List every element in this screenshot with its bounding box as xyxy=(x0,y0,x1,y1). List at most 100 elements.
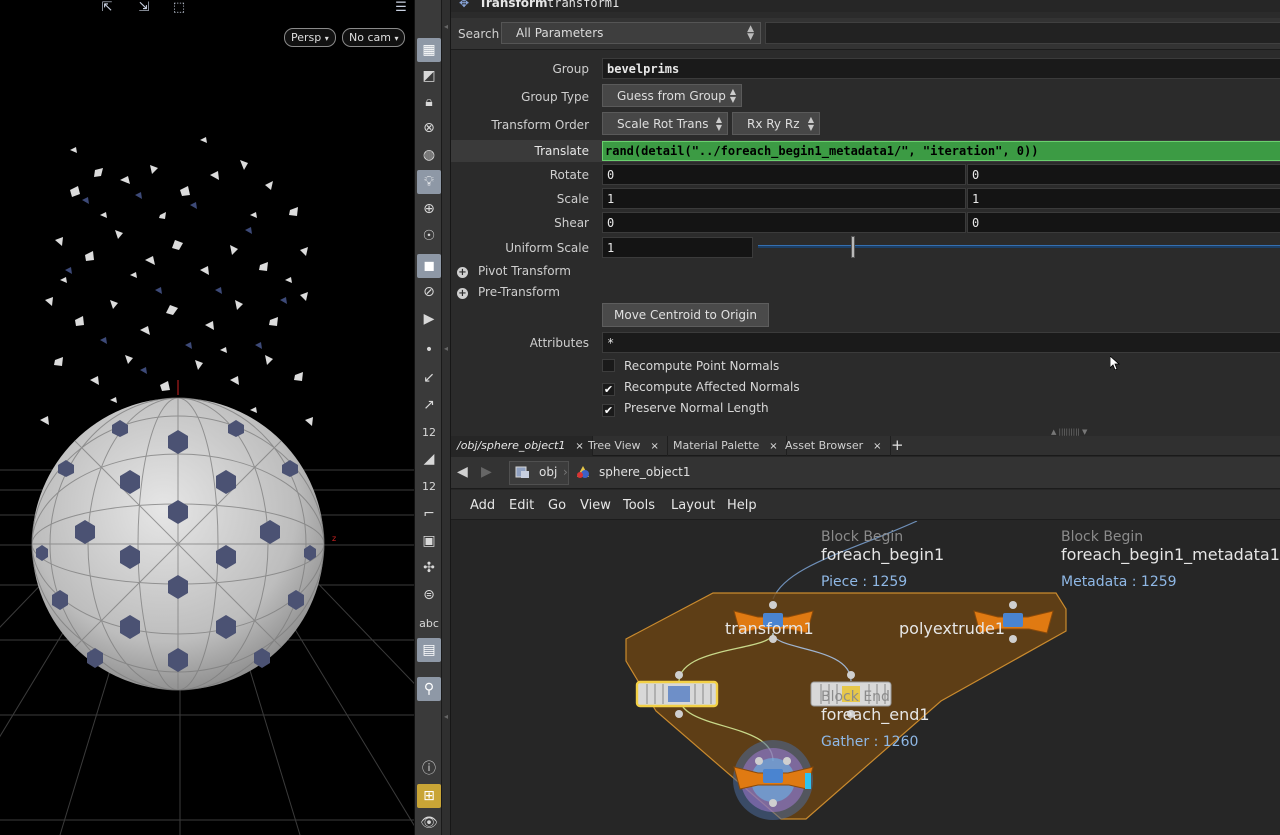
view-tool-icon[interactable]: ⇱ xyxy=(96,0,118,16)
display-options-icon[interactable]: ☰ xyxy=(390,0,412,16)
headlight-icon[interactable]: ◍ xyxy=(417,143,441,167)
prim-numbers-icon[interactable]: 12 xyxy=(417,474,441,498)
scale-x-field[interactable]: 1 xyxy=(602,188,966,209)
rotation-order-menu[interactable]: Rx Ry Rz ▲ ▼ xyxy=(732,112,820,135)
tab-material-palette[interactable]: Material Palette × xyxy=(667,436,787,456)
pane-divider[interactable]: ◂ ◂ ◂ xyxy=(442,0,451,835)
uniform-scale-field[interactable]: 1 xyxy=(602,237,753,258)
construction-plane-icon[interactable]: ◩ xyxy=(417,64,441,88)
foreach-begin1-name[interactable]: foreach_begin1 xyxy=(821,545,944,564)
path-crumb-obj[interactable]: obj xyxy=(539,465,557,479)
menu-view[interactable]: View xyxy=(580,498,611,513)
collapse-arrow-icon[interactable]: ◂ xyxy=(444,22,448,31)
guide-pin-icon[interactable]: ⚲ xyxy=(417,677,441,701)
preserve-normal-length-checkbox[interactable]: ✔ Preserve Normal Length xyxy=(602,401,769,417)
point-display-icon[interactable]: • xyxy=(417,338,441,362)
transform-order-menu[interactable]: Scale Rot Trans ▲ ▼ xyxy=(602,112,728,135)
pane-resize-handle[interactable]: ▲ ||||||||| ▼ xyxy=(1051,428,1087,436)
collapse-arrow-icon[interactable]: ◂ xyxy=(444,344,448,353)
lock-icon[interactable]: 🔒︎ xyxy=(417,90,441,114)
shear-x-field[interactable]: 0 xyxy=(602,212,966,233)
tab-network[interactable]: /obj/sphere_object1 × xyxy=(451,436,593,456)
prim-normals-icon[interactable]: ↗ xyxy=(417,393,441,417)
shading-mode-icon[interactable]: ◼ xyxy=(417,254,441,278)
translate-label: Translate xyxy=(534,144,590,158)
prim-normal-arrow-icon[interactable]: ◢ xyxy=(417,447,441,471)
display-list-icon[interactable]: ⊜ xyxy=(417,583,441,607)
parameter-header: ✥ Transform transform1 xyxy=(451,0,1280,12)
add-tab-icon[interactable]: + xyxy=(891,436,904,454)
camera-menu[interactable]: Persp ▾ xyxy=(284,28,336,47)
updown-arrows-icon: ▲ ▼ xyxy=(747,24,754,42)
path-crumb-sphere-object[interactable]: sphere_object1 xyxy=(599,465,691,479)
rotate-x-field[interactable]: 0 xyxy=(602,164,966,185)
hull-display-icon[interactable]: ▣ xyxy=(417,529,441,553)
tab-tree-view[interactable]: Tree View × xyxy=(582,436,668,456)
search-input[interactable] xyxy=(765,22,1280,44)
uniform-scale-slider-handle[interactable] xyxy=(851,236,856,258)
pan-tool-icon[interactable]: ⇲ xyxy=(133,0,155,16)
forward-arrow-icon[interactable]: ▶ xyxy=(481,464,492,480)
uv-display-icon[interactable]: ⌐ xyxy=(417,502,441,526)
crumb-separator-icon: › xyxy=(563,465,568,479)
point-normals-icon[interactable]: ↙ xyxy=(417,366,441,390)
recompute-point-normals-checkbox[interactable]: Recompute Point Normals xyxy=(602,359,779,373)
no-cam-menu[interactable]: No cam ▾ xyxy=(342,28,406,47)
pivot-transform-folder[interactable]: + Pivot Transform xyxy=(457,264,571,278)
shear-y-field[interactable]: 0 xyxy=(967,212,1280,233)
uniform-scale-slider-track[interactable] xyxy=(758,245,1280,248)
scale-label: Scale xyxy=(556,192,589,206)
camera-view-icon[interactable]: ⊘ xyxy=(417,280,441,304)
polyextrude1-name[interactable]: polyextrude1 xyxy=(899,619,1005,638)
pre-transform-folder[interactable]: + Pre-Transform xyxy=(457,285,560,299)
parameter-filter-menu[interactable]: All Parameters ▲ ▼ xyxy=(501,22,761,44)
recompute-affected-normals-checkbox[interactable]: ✔ Recompute Affected Normals xyxy=(602,380,800,396)
node-name-field[interactable]: transform1 xyxy=(547,0,619,10)
foreach-end1-node[interactable] xyxy=(733,740,814,820)
safe-area-icon[interactable]: ⊗ xyxy=(417,116,441,140)
text-display-icon[interactable]: abc xyxy=(417,611,441,635)
back-arrow-icon[interactable]: ◀ xyxy=(457,464,468,480)
point-numbers-icon[interactable]: 12 xyxy=(417,420,441,444)
menu-edit[interactable]: Edit xyxy=(509,498,534,513)
translate-expression-field[interactable]: rand(detail("../foreach_begin1_metadata1… xyxy=(602,141,1280,161)
layout-quad-icon[interactable]: ⊞ xyxy=(417,784,441,808)
light-add-icon[interactable]: ⊕ xyxy=(417,197,441,221)
shear-label: Shear xyxy=(554,216,589,230)
vector-display-icon[interactable]: ✣ xyxy=(417,556,441,580)
tab-asset-browser[interactable]: Asset Browser × xyxy=(779,436,891,456)
menu-layout[interactable]: Layout xyxy=(671,498,715,513)
network-editor-canvas[interactable]: Block Begin foreach_begin1 Piece : 1259 … xyxy=(451,521,1280,835)
collapse-arrow-icon[interactable]: ◂ xyxy=(444,712,448,721)
visibility-eye-icon[interactable]: 👁︎ xyxy=(417,811,441,835)
background-image-icon[interactable]: ▤ xyxy=(417,638,441,662)
render-region-icon[interactable]: ⬚ xyxy=(168,0,190,16)
attributes-field[interactable]: * xyxy=(602,332,1280,353)
object-level-icon xyxy=(515,466,529,478)
scale-y-field[interactable]: 1 xyxy=(967,188,1280,209)
shadow-light-icon[interactable]: ☉ xyxy=(417,224,441,248)
light-bulb-icon[interactable]: 💡︎ xyxy=(417,170,441,194)
menu-go[interactable]: Go xyxy=(548,498,566,513)
rotate-label: Rotate xyxy=(549,168,589,182)
expand-plus-icon: + xyxy=(457,267,468,278)
close-icon[interactable]: × xyxy=(873,441,881,452)
scene-viewport[interactable]: z ⇱ ⇲ ⬚ ☰ Persp ▾ No cam ▾ xyxy=(0,0,414,835)
menu-tools[interactable]: Tools xyxy=(623,498,655,513)
grid-toggle-icon[interactable]: ▦ xyxy=(417,38,441,62)
flipbook-icon[interactable]: ▶ xyxy=(417,307,441,331)
path-bar: ◀ ▶ obj › sphere_object1 xyxy=(451,457,1280,489)
group-field[interactable]: bevelprims xyxy=(602,58,1280,79)
foreach-end1-name[interactable]: foreach_end1 xyxy=(821,705,930,724)
parameter-filter-value: All Parameters xyxy=(516,26,604,40)
move-centroid-button[interactable]: Move Centroid to Origin xyxy=(602,303,769,327)
rotate-y-field[interactable]: 0 xyxy=(967,164,1280,185)
metadata1-name[interactable]: foreach_begin1_metadata1 xyxy=(1061,545,1280,564)
info-icon[interactable]: ⓘ xyxy=(417,756,441,780)
close-icon[interactable]: × xyxy=(651,441,659,452)
menu-add[interactable]: Add xyxy=(470,498,495,513)
close-icon[interactable]: × xyxy=(769,441,777,452)
transform1-name[interactable]: transform1 xyxy=(725,619,814,638)
group-type-menu[interactable]: Guess from Group ▲ ▼ xyxy=(602,84,742,107)
menu-help[interactable]: Help xyxy=(727,498,757,513)
